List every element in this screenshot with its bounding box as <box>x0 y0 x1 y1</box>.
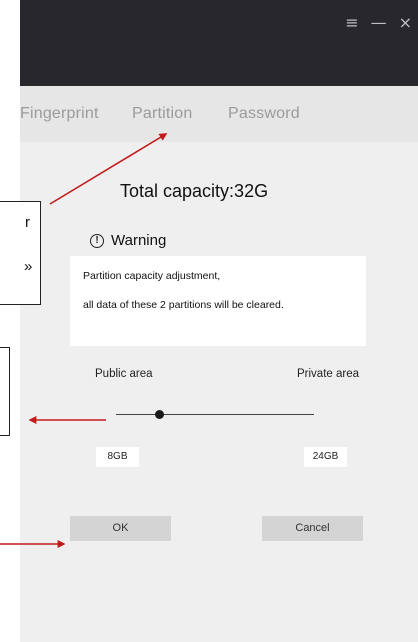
warning-title: Warning <box>111 232 167 249</box>
title-bar: ≡ — × <box>20 0 418 86</box>
tab-fingerprint[interactable]: Fingerprint <box>20 105 99 123</box>
window-controls: ≡ — × <box>345 14 412 32</box>
total-capacity: Total capacity:32G <box>120 181 269 201</box>
close-icon[interactable]: × <box>399 14 412 32</box>
minimize-icon[interactable]: — <box>371 14 387 32</box>
warning-message-box: Partition capacity adjustment, all data … <box>70 256 366 346</box>
callout-fragment-1: r <box>25 214 30 231</box>
warning-line-1: Partition capacity adjustment, <box>83 270 221 282</box>
app-window: ≡ — × Fingerprint Partition Password Tot… <box>20 0 418 642</box>
partition-slider-thumb[interactable] <box>155 410 164 419</box>
callout-box-bottom <box>0 347 10 436</box>
public-area-label: Public area <box>95 368 153 380</box>
cancel-button[interactable]: Cancel <box>262 516 363 541</box>
callout-fragment-2: » <box>24 258 33 275</box>
partition-slider-track[interactable] <box>116 414 314 415</box>
tab-bar: Fingerprint Partition Password <box>20 86 418 142</box>
private-area-label: Private area <box>297 368 360 380</box>
warning-header: ! Warning <box>90 232 166 249</box>
warning-line-2: all data of these 2 partitions will be c… <box>83 299 284 311</box>
private-size-field: 24GB <box>304 447 347 467</box>
ok-button[interactable]: OK <box>70 516 171 541</box>
tab-password[interactable]: Password <box>228 105 300 123</box>
menu-icon[interactable]: ≡ <box>345 14 358 32</box>
info-icon: ! <box>90 233 104 248</box>
public-size-field: 8GB <box>96 447 139 467</box>
callout-box-top: r » <box>0 201 41 305</box>
tab-partition[interactable]: Partition <box>132 105 193 123</box>
